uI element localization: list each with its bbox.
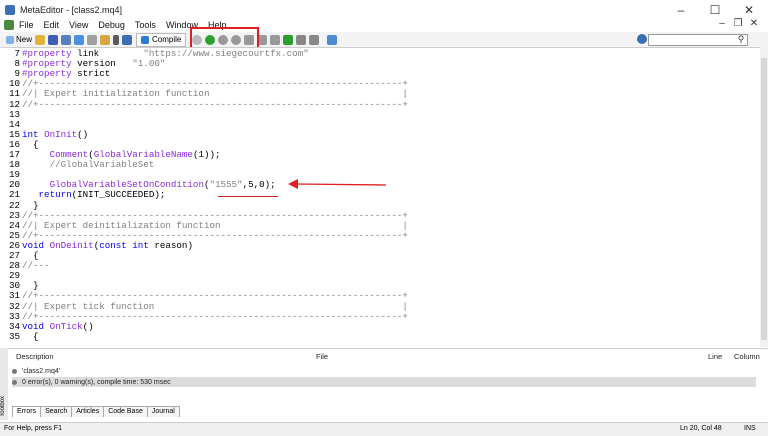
list-item-text: 0 error(s), 0 warning(s), compile time: … (22, 378, 171, 386)
save-all-icon[interactable] (61, 34, 72, 45)
bookmark-next-icon[interactable] (309, 34, 320, 45)
code-text: return(INIT_SUCCEEDED); (38, 189, 166, 201)
menu-debug[interactable]: Debug (93, 20, 130, 30)
tab-articles[interactable]: Articles (71, 406, 105, 417)
compile-label: Compile (152, 35, 182, 44)
menu-view[interactable]: View (64, 20, 93, 30)
list-item-text: 'class2.mq4' (22, 367, 61, 375)
open-icon[interactable] (35, 34, 46, 45)
tab-search[interactable]: Search (40, 406, 73, 417)
line-number: 22 (8, 199, 20, 211)
app-icon (5, 5, 15, 15)
menu-tools[interactable]: Tools (130, 20, 161, 30)
tab-journal[interactable]: Journal (146, 406, 180, 417)
info-icon (12, 379, 17, 385)
code-text: //--- (22, 260, 50, 272)
toolbox-icon[interactable] (87, 34, 98, 45)
save-icon[interactable] (48, 34, 59, 45)
dropdown-icon[interactable] (113, 34, 120, 45)
menu-file[interactable]: File (14, 20, 39, 30)
menu-bar: File Edit View Debug Tools Window Help (0, 18, 768, 32)
code-text: { (22, 330, 39, 342)
cursor-position: Ln 20, Col 48 (680, 425, 722, 432)
close-button[interactable]: ✕ (732, 2, 766, 18)
doc-close-button[interactable]: ✕ (746, 18, 762, 29)
new-label: New (16, 35, 33, 44)
code-editor[interactable]: 7 #property link "https://www.siegecourtf… (8, 47, 760, 348)
search-input[interactable] (648, 34, 748, 46)
list-item[interactable]: 'class2.mq4' (12, 366, 60, 376)
new-icon (6, 35, 14, 44)
terminal-icon[interactable] (327, 34, 338, 45)
line-number: 21 (8, 189, 20, 201)
new-button[interactable]: New (3, 34, 32, 45)
red-arrow-annotation (288, 179, 387, 189)
window-title: MetaEditor - [class2.mq4] (20, 5, 123, 15)
editor-scrollbar-thumb[interactable] (761, 58, 767, 340)
col-file[interactable]: File (316, 352, 328, 364)
doc-restore-button[interactable]: ❐ (730, 18, 746, 29)
compile-button[interactable]: Compile (136, 32, 187, 47)
col-description[interactable]: Description (16, 352, 54, 364)
compile-icon (141, 35, 150, 44)
toolbox-side-bar: Toolbox (0, 348, 8, 420)
window-controls: – ☐ ✕ (664, 2, 766, 18)
wizard-icon[interactable] (122, 34, 133, 45)
insert-mode: INS (744, 425, 756, 432)
col-column[interactable]: Column (734, 352, 760, 364)
tab-errors[interactable]: Errors (12, 406, 42, 417)
status-bar: For Help, press F1 Ln 20, Col 48 INS (0, 422, 768, 436)
document-controls: – ❐ ✕ (714, 18, 762, 29)
line-number: 31 (8, 290, 20, 302)
line-number: 32 (8, 300, 20, 312)
line-number: 11 (8, 88, 20, 100)
code-text: void OnDeinit(const int reason) (22, 239, 193, 251)
code-underline-annotation (218, 196, 278, 197)
toolbox-tabs: Errors Search Articles Code Base Journal (12, 406, 180, 417)
navigator-icon[interactable] (74, 34, 85, 45)
document-icon (4, 20, 14, 30)
title-bar: MetaEditor - [class2.mq4] (0, 0, 768, 20)
styler-icon[interactable] (100, 34, 111, 45)
search-icon[interactable]: ⚲ (736, 34, 746, 44)
line-number: 35 (8, 330, 20, 342)
code-text: //+-------------------------------------… (22, 98, 408, 110)
list-item[interactable]: 0 error(s), 0 warning(s), compile time: … (12, 377, 756, 387)
status-help-text: For Help, press F1 (4, 425, 62, 432)
toolbox-side-label: Toolbox (0, 396, 6, 417)
step-out-icon[interactable] (270, 34, 281, 45)
minimize-button[interactable]: – (664, 2, 698, 18)
run-to-cursor-icon[interactable] (283, 34, 294, 45)
col-line[interactable]: Line (708, 352, 722, 364)
code-text: //GlobalVariableSet (22, 159, 155, 171)
line-number: 12 (8, 98, 20, 110)
menu-edit[interactable]: Edit (39, 20, 65, 30)
info-icon (12, 368, 17, 374)
doc-minimize-button[interactable]: – (714, 18, 730, 29)
tab-code-base[interactable]: Code Base (103, 406, 148, 417)
settings-gear-icon[interactable] (637, 34, 647, 44)
maximize-button[interactable]: ☐ (698, 2, 732, 18)
bookmark-icon[interactable] (296, 34, 307, 45)
